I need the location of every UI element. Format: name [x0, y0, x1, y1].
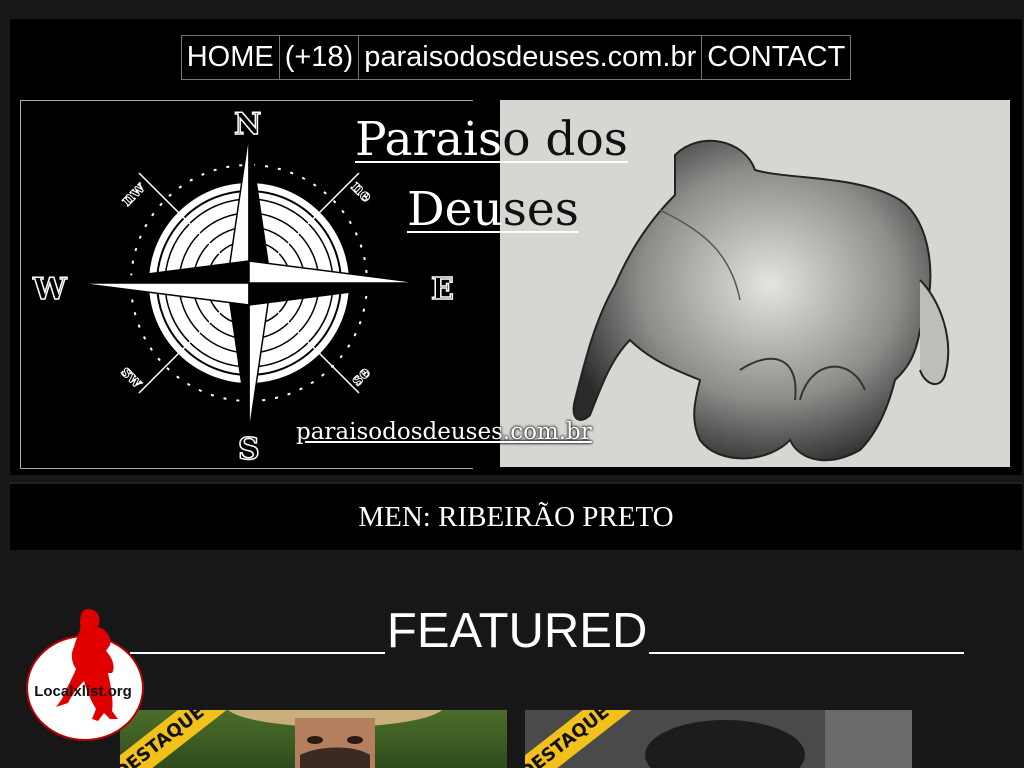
compass-w-label: W	[32, 272, 68, 307]
compass-n-label: N	[234, 107, 261, 142]
nav-home-link[interactable]: HOME	[182, 35, 280, 79]
banner-url-text[interactable]: paraisodosdeuses.com.br	[296, 419, 592, 445]
silhouette-icon	[56, 609, 118, 721]
brand-title-part-light: Deu	[407, 182, 503, 237]
city-heading-bar: MEN: RIBEIRÃO PRETO	[10, 482, 1022, 550]
brand-title-part-dark: ses	[502, 182, 579, 237]
header-banner[interactable]: N S E W nw ne sw se Paraiso dos Deuses p…	[10, 95, 1022, 475]
featured-card[interactable]: DESTAQUE	[525, 710, 912, 768]
brand-title-line2: Deuses	[407, 177, 579, 243]
nav-adult-link[interactable]: (+18)	[280, 35, 360, 79]
localxlist-text: Localxlist.org	[34, 683, 132, 700]
compass-ne-label: ne	[348, 177, 377, 206]
nav-site-link[interactable]: paraisodosdeuses.com.br	[359, 35, 703, 79]
nav-contact-link[interactable]: CONTACT	[702, 36, 850, 79]
featured-card[interactable]: DESTAQUE	[120, 710, 507, 768]
brand-title-line1: Paraiso dos	[355, 107, 628, 173]
compass-s-label: S	[238, 432, 260, 467]
brand-title-part-dark: o dos	[502, 112, 628, 167]
featured-title: FEATURED	[386, 604, 648, 658]
nav-list: HOME (+18) paraisodosdeuses.com.br CONTA…	[180, 34, 852, 80]
featured-heading: FEATURED	[130, 602, 964, 660]
featured-line-left	[130, 652, 385, 654]
compass-e-label: E	[431, 272, 454, 307]
compass-nw-label: nw	[117, 177, 149, 209]
featured-line-right	[649, 652, 964, 654]
city-title: MEN: RIBEIRÃO PRETO	[358, 500, 674, 533]
brand-title-part-light: Parais	[355, 112, 503, 167]
top-navigation: HOME (+18) paraisodosdeuses.com.br CONTA…	[10, 19, 1022, 95]
localxlist-badge[interactable]: Localxlist.org	[26, 607, 144, 741]
